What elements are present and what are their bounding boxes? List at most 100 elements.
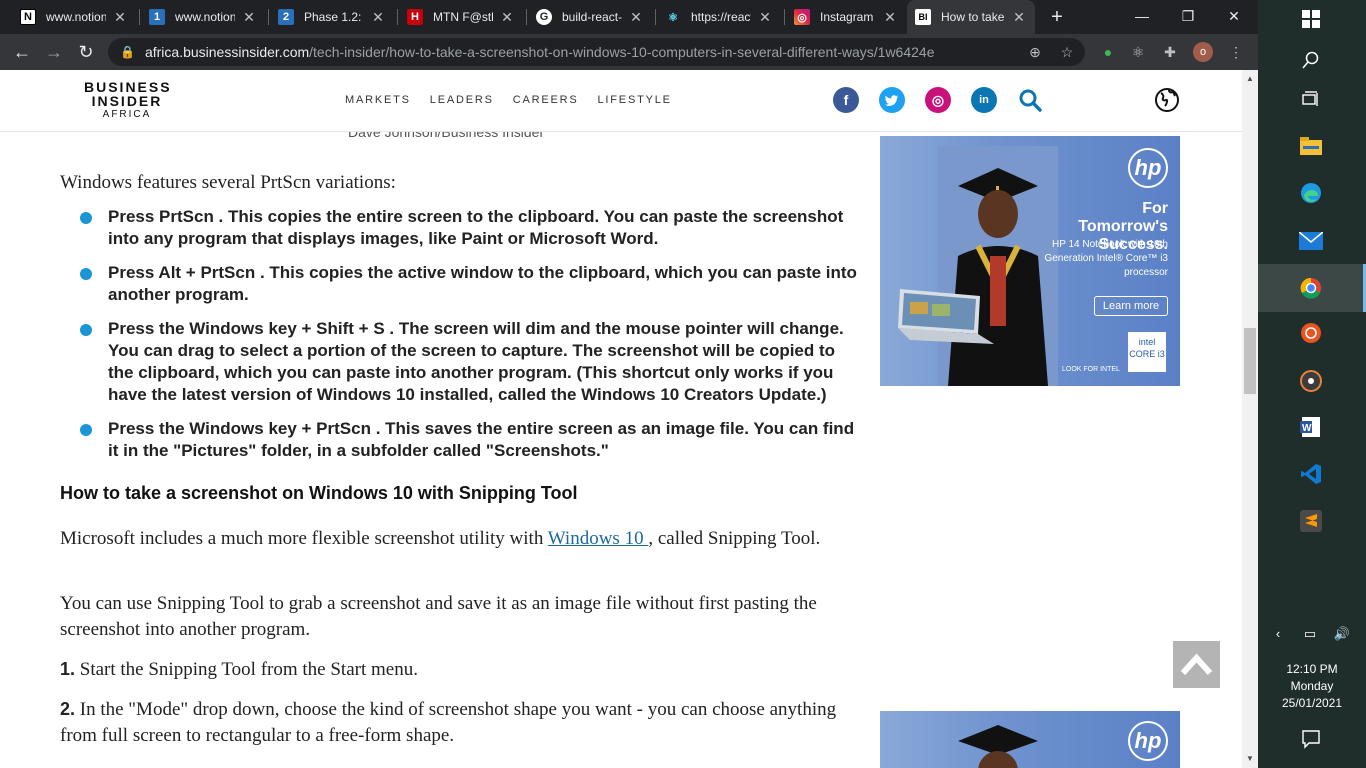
- new-tab-button[interactable]: +: [1046, 6, 1068, 28]
- profile-avatar[interactable]: o: [1193, 42, 1213, 62]
- globe-icon[interactable]: [1154, 87, 1180, 113]
- close-icon[interactable]: ✕: [370, 9, 386, 26]
- close-icon[interactable]: ✕: [628, 9, 644, 26]
- ubuntu-icon[interactable]: [1298, 320, 1324, 346]
- logo-line-3: AFRICA: [102, 109, 152, 120]
- list-item: Press the Windows key + PrtScn . This sa…: [80, 418, 865, 462]
- paragraph-text: , called Snipping Tool.: [648, 528, 821, 549]
- media-player-icon[interactable]: [1298, 368, 1324, 394]
- notification-icon[interactable]: [1300, 728, 1322, 750]
- laptop-image: [898, 289, 994, 344]
- nav-leaders[interactable]: LEADERS: [430, 94, 494, 106]
- puzzle-icon[interactable]: ✚: [1161, 43, 1179, 61]
- close-icon[interactable]: ✕: [112, 9, 128, 26]
- vscode-icon[interactable]: [1298, 461, 1324, 487]
- scrollbar-thumb[interactable]: [1244, 328, 1256, 394]
- menu-icon[interactable]: ⋮: [1227, 43, 1245, 61]
- volume-icon[interactable]: 🔊: [1332, 624, 1352, 644]
- close-icon[interactable]: ✕: [241, 9, 257, 26]
- reload-button[interactable]: ↻: [74, 40, 98, 64]
- tab-label: How to take: [941, 10, 1005, 24]
- tab-label: Instagram: [820, 10, 874, 24]
- huawei-icon: H: [407, 9, 423, 25]
- restore-button[interactable]: ❐: [1165, 0, 1211, 34]
- back-to-top-button[interactable]: [1173, 641, 1220, 688]
- instagram-icon: ◎: [794, 9, 810, 25]
- minimize-button[interactable]: —: [1119, 0, 1165, 34]
- chrome-icon[interactable]: [1298, 275, 1324, 301]
- windows-taskbar: W ‹ ▭ 🔊: [1258, 0, 1366, 768]
- paragraph-text: Microsoft includes a much more flexible …: [60, 528, 548, 549]
- tab-business-insider[interactable]: BI How to take ✕: [907, 0, 1035, 34]
- extension-icon[interactable]: ●: [1099, 43, 1117, 61]
- number-two-icon: 2: [278, 9, 294, 25]
- clock-time: 12:10 PM: [1286, 662, 1338, 676]
- file-explorer-icon[interactable]: [1298, 133, 1324, 159]
- mail-icon[interactable]: [1298, 228, 1324, 254]
- linkedin-icon[interactable]: in: [971, 87, 997, 113]
- tab-notion-2[interactable]: 1 www.notion. ✕: [141, 0, 265, 34]
- search-icon[interactable]: [1017, 87, 1043, 113]
- chevron-left-icon[interactable]: ‹: [1268, 624, 1288, 644]
- tab-separator: [268, 9, 269, 25]
- paragraph: You can use Snipping Tool to grab a scre…: [60, 593, 817, 640]
- main-nav: MARKETS LEADERS CAREERS LIFESTYLE: [345, 94, 672, 106]
- tab-separator: [139, 9, 140, 25]
- tab-label: Phase 1.2: B: [304, 10, 364, 24]
- react-devtools-icon[interactable]: ⚛: [1129, 43, 1147, 61]
- tab-notion-1[interactable]: N www.notion. ✕: [12, 0, 136, 34]
- article-intro: Windows features several PrtScn variatio…: [60, 172, 396, 193]
- tab-separator: [526, 9, 527, 25]
- site-logo[interactable]: BUSINESS INSIDER AFRICA: [84, 80, 170, 120]
- hp-ad-banner[interactable]: hp For Tomorrow's Success. HP 14 Noteboo…: [880, 136, 1180, 386]
- back-button[interactable]: ←: [10, 40, 34, 64]
- address-bar[interactable]: 🔒 africa.businessinsider.com/tech-inside…: [108, 38, 1085, 66]
- logo-line-1: BUSINESS: [84, 79, 172, 95]
- battery-icon[interactable]: ▭: [1300, 624, 1320, 644]
- tab-github[interactable]: G build-react- ✕: [528, 0, 652, 34]
- close-icon[interactable]: ✕: [882, 9, 898, 26]
- paragraph: Microsoft includes a much more flexible …: [60, 526, 860, 552]
- tab-label: https://react: [691, 10, 751, 24]
- windows-10-link[interactable]: Windows 10: [548, 528, 649, 549]
- tab-phase[interactable]: 2 Phase 1.2: B ✕: [270, 0, 394, 34]
- close-icon[interactable]: ✕: [499, 9, 515, 26]
- edge-icon[interactable]: [1298, 180, 1324, 206]
- nav-markets[interactable]: MARKETS: [345, 94, 411, 106]
- tab-mtn[interactable]: H MTN F@stlin ✕: [399, 0, 523, 34]
- twitter-icon[interactable]: [879, 87, 905, 113]
- url-text: africa.businessinsider.com/tech-insider/…: [145, 44, 935, 60]
- scroll-up-arrow[interactable]: ▲: [1244, 74, 1256, 83]
- add-icon[interactable]: ⊕: [1027, 44, 1043, 60]
- facebook-icon[interactable]: f: [833, 87, 859, 113]
- bookmark-star-icon[interactable]: ☆: [1059, 44, 1075, 60]
- clock-date: 25/01/2021: [1281, 696, 1343, 710]
- search-icon[interactable]: [1298, 47, 1324, 73]
- nav-lifestyle[interactable]: LIFESTYLE: [598, 94, 672, 106]
- learn-more-button[interactable]: Learn more: [1094, 296, 1168, 316]
- scroll-down-arrow[interactable]: ▼: [1244, 754, 1256, 763]
- tab-react[interactable]: ⚛ https://react ✕: [657, 0, 781, 34]
- tab-instagram[interactable]: ◎ Instagram ✕: [786, 0, 906, 34]
- url-host: africa.businessinsider.com: [144, 44, 310, 60]
- taskbar-clock[interactable]: 12:10 PM Monday 25/01/2021: [1258, 661, 1366, 712]
- forward-button[interactable]: →: [42, 40, 66, 64]
- svg-text:W: W: [1302, 423, 1312, 434]
- sublime-text-icon[interactable]: [1298, 508, 1324, 534]
- instagram-social-icon[interactable]: ◎: [925, 87, 951, 113]
- tab-label: build-react-: [562, 10, 622, 24]
- close-icon[interactable]: ✕: [1011, 9, 1027, 26]
- url-path: /tech-insider/how-to-take-a-screenshot-o…: [309, 44, 935, 60]
- task-view-icon[interactable]: [1298, 86, 1324, 112]
- close-window-button[interactable]: ✕: [1211, 0, 1257, 34]
- close-icon[interactable]: ✕: [757, 9, 773, 26]
- nav-careers[interactable]: CAREERS: [513, 94, 579, 106]
- ad-subtext: HP 14 Notebook with 10th Generation Inte…: [1044, 239, 1168, 278]
- react-icon: ⚛: [668, 11, 678, 24]
- scrollbar-track[interactable]: [1242, 70, 1258, 768]
- browser-tab-bar: N www.notion. ✕ 1 www.notion. ✕ 2 Phase …: [0, 0, 1258, 34]
- word-icon[interactable]: W: [1298, 414, 1324, 440]
- hp-ad-banner-2[interactable]: hp: [880, 711, 1180, 768]
- tab-separator: [784, 9, 785, 25]
- start-windows-icon[interactable]: [1298, 6, 1324, 32]
